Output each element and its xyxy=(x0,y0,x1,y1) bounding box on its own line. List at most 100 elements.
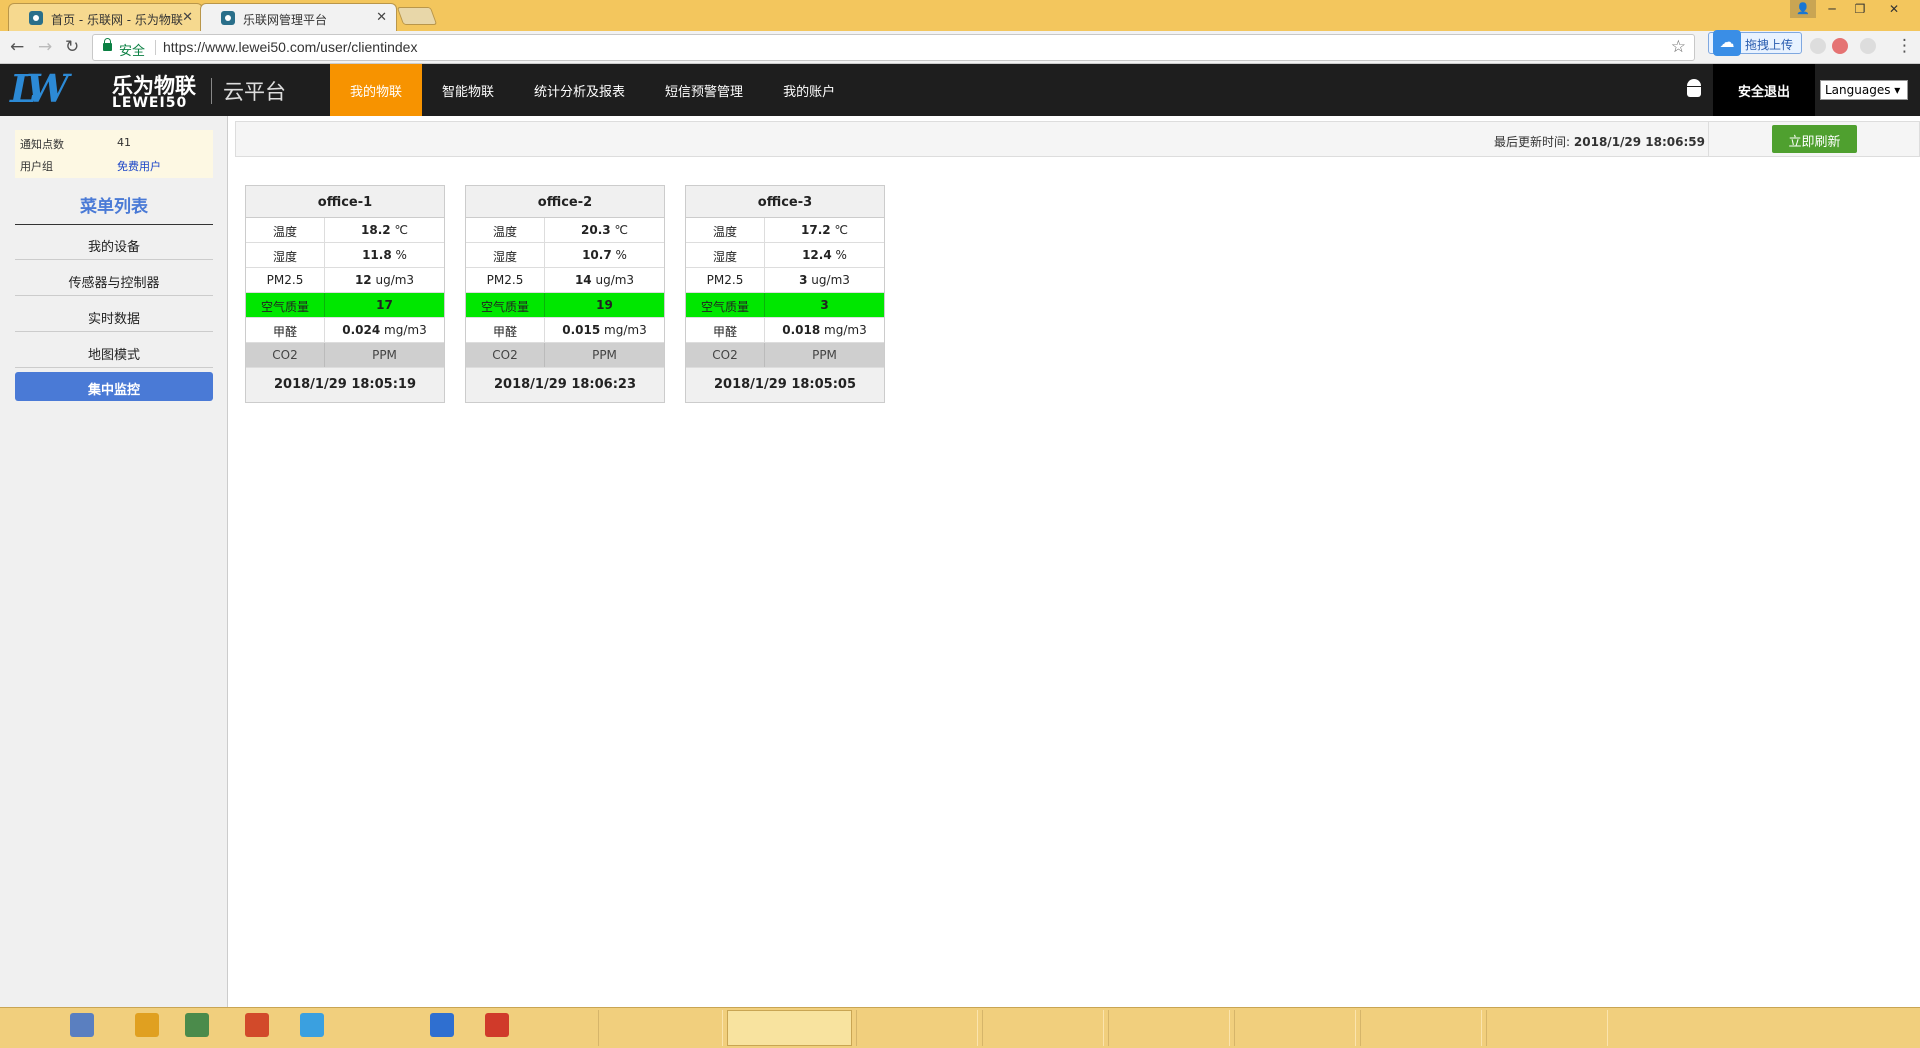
taskbar-task[interactable] xyxy=(1108,1010,1230,1046)
secure-label: 安全 xyxy=(119,44,146,59)
menu-item-central-monitoring[interactable]: 集中监控 xyxy=(15,372,213,401)
languages-select[interactable]: Languages ▾ xyxy=(1820,80,1908,100)
forward-icon[interactable]: → xyxy=(38,37,52,57)
close-tab-icon[interactable]: ✕ xyxy=(376,10,387,25)
taskbar-task[interactable] xyxy=(1360,1010,1482,1046)
sensor-unit: ℃ xyxy=(834,223,848,237)
taskbar-app-icon[interactable] xyxy=(485,1013,509,1037)
refresh-now-button[interactable]: 立即刷新 xyxy=(1772,125,1857,153)
browser-menu-icon[interactable]: ⋮ xyxy=(1896,36,1913,56)
sensor-label: 空气质量 xyxy=(466,293,545,317)
os-taskbar xyxy=(0,1007,1920,1048)
sensor-label: 湿度 xyxy=(686,243,765,267)
taskbar-app-icon[interactable] xyxy=(300,1013,324,1037)
drag-upload-extension[interactable]: ☁ 拖拽上传 xyxy=(1708,30,1802,56)
info-value: 41 xyxy=(117,136,131,149)
browser-toolbar: ← → ↻ 安全 https://www.lewei50.com/user/cl… xyxy=(0,30,1920,64)
taskbar-app-icon[interactable] xyxy=(430,1013,454,1037)
taskbar-app-icon[interactable] xyxy=(70,1013,94,1037)
sensor-unit: ug/m3 xyxy=(375,273,415,287)
platform-title: 云平台 xyxy=(223,80,286,104)
sensor-unit: mg/m3 xyxy=(824,323,867,337)
menu-item-map-mode[interactable]: 地图模式 xyxy=(15,336,213,368)
extension-upload-label: 拖拽上传 xyxy=(1745,38,1794,52)
sensor-label: PM2.5 xyxy=(466,268,545,292)
extension-icon[interactable] xyxy=(1810,38,1826,54)
sensor-label: PM2.5 xyxy=(246,268,325,292)
taskbar-app-icon[interactable] xyxy=(185,1013,209,1037)
device-name: office-1 xyxy=(246,186,444,218)
sensor-label: 甲醛 xyxy=(246,318,325,342)
restore-icon[interactable]: ❐ xyxy=(1846,0,1874,20)
browser-tab-home[interactable]: 首页 - 乐联网 - 乐为物联 ✕ xyxy=(8,3,203,31)
taskbar-app-icon[interactable] xyxy=(135,1013,159,1037)
sensor-label: CO2 xyxy=(246,343,325,367)
sensor-label: 甲醛 xyxy=(686,318,765,342)
logo-en-text: LEWEI50 xyxy=(112,95,188,111)
close-tab-icon[interactable]: ✕ xyxy=(182,10,193,25)
logout-button[interactable]: 安全退出 xyxy=(1713,64,1815,116)
taskbar-app-icon[interactable] xyxy=(245,1013,269,1037)
sensor-unit: PPM xyxy=(372,348,397,362)
sensor-row-pm25: PM2.5 3 ug/m3 xyxy=(686,268,884,293)
taskbar-task[interactable] xyxy=(727,1010,852,1046)
nav-my-iot[interactable]: 我的物联 xyxy=(330,64,423,116)
taskbar-task[interactable] xyxy=(598,1010,723,1046)
user-profile-icon[interactable]: 👤 xyxy=(1790,0,1816,18)
sensor-row-air-quality: 空气质量 3 xyxy=(686,293,884,318)
taskbar-task[interactable] xyxy=(1234,1010,1356,1046)
sensor-unit: ℃ xyxy=(614,223,628,237)
info-key: 通知点数 xyxy=(20,138,64,151)
taskbar-task[interactable] xyxy=(982,1010,1104,1046)
device-update-time: 2018/1/29 18:05:19 xyxy=(246,368,444,402)
sensor-unit: % xyxy=(835,248,847,262)
browser-tab-bar: 首页 - 乐联网 - 乐为物联 ✕ 乐联网管理平台 ✕ 👤 ─ ❐ ✕ xyxy=(0,0,1920,31)
sensor-unit: ug/m3 xyxy=(595,273,635,287)
extension-icon[interactable] xyxy=(1832,38,1848,54)
sensor-row-air-quality: 空气质量 17 xyxy=(246,293,444,318)
nav-smart-iot[interactable]: 智能物联 xyxy=(422,64,514,116)
site-header: LW 乐为物联 LEWEI50 云平台 我的物联 智能物联 统计分析及报表 短信… xyxy=(0,64,1920,116)
menu-item-my-devices[interactable]: 我的设备 xyxy=(15,228,213,260)
close-window-icon[interactable]: ✕ xyxy=(1880,0,1908,20)
address-bar[interactable]: 安全 https://www.lewei50.com/user/clientin… xyxy=(92,34,1695,61)
sensor-value: 3 xyxy=(820,298,829,312)
sensor-value: 12 xyxy=(354,273,372,287)
tab-label: 首页 - 乐联网 - 乐为物联 xyxy=(51,13,183,27)
sensor-row-temperature: 温度 20.3 ℃ xyxy=(466,218,664,243)
user-group-link[interactable]: 免费用户 xyxy=(117,158,161,174)
sensor-label: PM2.5 xyxy=(686,268,765,292)
sensor-row-formaldehyde: 甲醛 0.024 mg/m3 xyxy=(246,318,444,343)
sensor-value: 18.2 xyxy=(361,223,391,237)
sensor-row-co2: CO2 PPM xyxy=(466,343,664,368)
nav-my-account[interactable]: 我的账户 xyxy=(763,64,855,116)
sensor-unit: PPM xyxy=(592,348,617,362)
back-icon[interactable]: ← xyxy=(10,37,24,57)
taskbar-task[interactable] xyxy=(856,1010,978,1046)
device-name: office-2 xyxy=(466,186,664,218)
info-key: 用户组 xyxy=(20,160,53,173)
url-text[interactable]: https://www.lewei50.com/user/clientindex xyxy=(163,39,417,55)
nav-sms-alerts[interactable]: 短信预警管理 xyxy=(645,64,763,116)
reload-icon[interactable]: ↻ xyxy=(65,37,79,57)
cloud-upload-icon: ☁ xyxy=(1713,30,1741,56)
taskbar-task[interactable] xyxy=(1486,1010,1608,1046)
sensor-row-formaldehyde: 甲醛 0.018 mg/m3 xyxy=(686,318,884,343)
browser-tab-platform[interactable]: 乐联网管理平台 ✕ xyxy=(200,3,397,31)
extension-icon[interactable] xyxy=(1860,38,1876,54)
bookmark-star-icon[interactable]: ☆ xyxy=(1671,37,1686,57)
device-update-time: 2018/1/29 18:05:05 xyxy=(686,368,884,402)
sensor-row-formaldehyde: 甲醛 0.015 mg/m3 xyxy=(466,318,664,343)
logo[interactable]: LW 乐为物联 LEWEI50 xyxy=(8,68,204,112)
nav-statistics[interactable]: 统计分析及报表 xyxy=(514,64,645,116)
device-card-office-3: office-3 温度 17.2 ℃ 湿度 12.4 % PM2.5 3 ug/m3 … xyxy=(685,185,885,403)
menu-item-realtime-data[interactable]: 实时数据 xyxy=(15,300,213,332)
sensor-label: 湿度 xyxy=(466,243,545,267)
android-icon[interactable] xyxy=(1686,79,1702,101)
minimize-icon[interactable]: ─ xyxy=(1818,0,1846,20)
sensor-value: 17 xyxy=(376,298,393,312)
new-tab-button[interactable] xyxy=(396,7,438,25)
menu-item-sensors-controllers[interactable]: 传感器与控制器 xyxy=(15,264,213,296)
sensor-unit: ℃ xyxy=(394,223,408,237)
sensor-value: 0.024 xyxy=(342,323,381,337)
